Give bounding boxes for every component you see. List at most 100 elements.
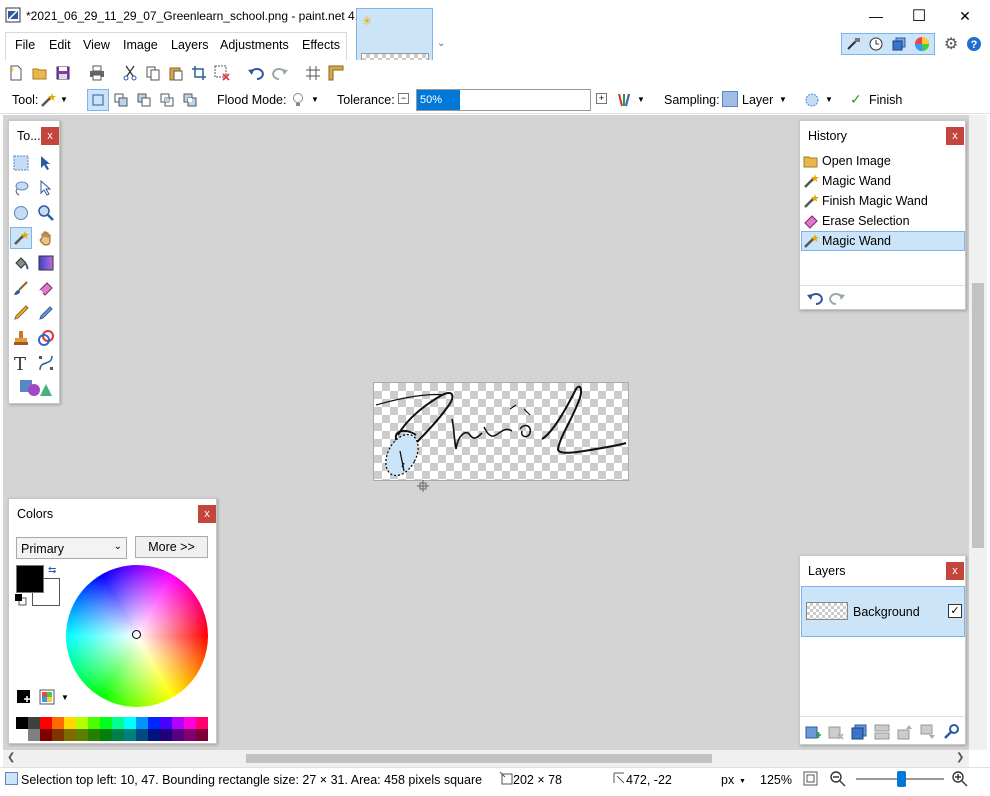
palette-swatch[interactable] [100,729,112,741]
palette-swatch[interactable] [196,717,208,729]
zoom-to-window-icon[interactable] [803,771,818,789]
swap-colors-icon[interactable]: ⇆ [48,565,56,576]
history-item-selected[interactable]: Magic Wand [801,231,965,251]
layer-properties-wrench-icon[interactable] [943,724,959,743]
deselect-icon[interactable] [212,63,232,83]
magic-wand-select-tool-icon[interactable] [10,227,32,249]
palette-swatch[interactable] [160,717,172,729]
palette-dropdown-arrow-icon[interactable]: ▼ [61,693,69,702]
grid-icon[interactable] [303,63,323,83]
color-picker-tool-icon[interactable] [35,302,57,324]
history-item[interactable]: Finish Magic Wand [802,191,964,211]
image-canvas[interactable] [373,382,629,481]
text-tool-icon[interactable]: T [10,352,32,374]
ruler-icon[interactable] [326,63,346,83]
sampling-dropdown-arrow-icon[interactable]: ▼ [779,95,787,104]
palette-swatch[interactable] [112,717,124,729]
cut-icon[interactable] [120,63,140,83]
flood-mode-dropdown-arrow-icon[interactable]: ▼ [311,95,319,104]
paint-bucket-tool-icon[interactable] [10,252,32,274]
gradient-tool-icon[interactable] [35,252,57,274]
units-dropdown-arrow-icon[interactable]: ▼ [739,778,746,785]
image-list-dropdown-icon[interactable]: ⌄ [437,38,445,49]
blend-mode-icon[interactable] [614,90,634,110]
finish-check-icon[interactable]: ✓ [850,91,862,108]
palette-swatch[interactable] [124,717,136,729]
palette-swatch[interactable] [52,717,64,729]
history-undo-icon[interactable] [806,291,824,308]
maximize-button[interactable]: ☐ [896,0,942,32]
move-selection-tool-icon[interactable] [35,177,57,199]
zoom-tool-icon[interactable] [35,202,57,224]
selection-mode-exclude-icon[interactable] [134,90,154,110]
palette-swatch[interactable] [172,717,184,729]
palette-swatch[interactable] [76,729,88,741]
palette-swatch[interactable] [64,729,76,741]
history-panel-close-button[interactable]: x [946,127,964,145]
menu-layers[interactable]: Layers [171,38,209,52]
palette-swatch[interactable] [100,717,112,729]
layers-window-toggle-icon[interactable] [889,34,909,54]
zoom-out-icon[interactable] [830,771,846,790]
paste-icon[interactable] [166,63,186,83]
paintnet-app-icon[interactable] [5,7,21,23]
history-redo-icon[interactable] [828,291,846,308]
merge-layer-down-icon[interactable] [874,724,890,743]
selection-mode-xor-icon[interactable] [180,90,200,110]
tolerance-slider[interactable]: 50% [416,89,591,111]
tolerance-decrease-icon[interactable]: − [398,93,409,104]
tolerance-increase-icon[interactable]: + [596,93,607,104]
menu-file[interactable]: File [15,38,35,52]
color-mode-dropdown[interactable]: Primary ⌄ [16,537,127,559]
tool-dropdown-arrow-icon[interactable]: ▼ [60,95,68,104]
history-item[interactable]: Magic Wand [802,171,964,191]
scroll-right-icon[interactable]: ❯ [956,752,964,763]
units-selector[interactable]: px [721,773,734,787]
palette-swatch[interactable] [76,717,88,729]
palette-swatch[interactable] [112,729,124,741]
palette-swatch[interactable] [40,729,52,741]
palette-swatch[interactable] [196,729,208,741]
antialiasing-dropdown-arrow-icon[interactable]: ▼ [825,95,833,104]
zoom-slider-thumb[interactable] [897,771,906,787]
undo-icon[interactable] [246,63,266,83]
palette-swatch[interactable] [52,729,64,741]
move-selected-pixels-tool-icon[interactable] [35,152,57,174]
selection-mode-replace-button[interactable] [87,89,109,111]
colors-panel-close-button[interactable]: x [198,505,216,523]
pencil-tool-icon[interactable] [10,302,32,324]
menu-effects[interactable]: Effects [302,38,340,52]
horizontal-scrollbar-thumb[interactable] [246,754,712,763]
palette-menu-icon[interactable] [39,689,55,705]
tools-window-toggle-icon[interactable] [843,34,863,54]
palette-swatch[interactable] [28,729,40,741]
add-to-palette-icon[interactable] [16,689,32,705]
menu-adjustments[interactable]: Adjustments [220,38,289,52]
color-wheel-cursor[interactable] [132,630,141,639]
selection-mode-union-icon[interactable] [111,90,131,110]
paintbrush-tool-icon[interactable] [10,277,32,299]
zoom-value[interactable]: 125% [760,773,792,787]
delete-layer-icon[interactable] [828,724,844,743]
save-icon[interactable] [53,63,73,83]
palette-swatch[interactable] [148,717,160,729]
tools-panel-close-button[interactable]: x [41,127,59,145]
menu-image[interactable]: Image [123,38,158,52]
clone-stamp-tool-icon[interactable] [10,327,32,349]
finish-button[interactable]: Finish [869,93,902,107]
palette-swatch[interactable] [16,717,28,729]
palette-swatch[interactable] [160,729,172,741]
move-handle-icon[interactable] [417,480,429,492]
help-icon[interactable]: ? [964,34,984,54]
selection-mode-intersect-icon[interactable] [157,90,177,110]
recolor-tool-icon[interactable] [35,327,57,349]
blend-mode-dropdown-arrow-icon[interactable]: ▼ [637,95,645,104]
lasso-select-tool-icon[interactable] [10,177,32,199]
sampling-value[interactable]: Layer [742,93,773,107]
open-folder-icon[interactable] [30,63,50,83]
history-item[interactable]: Open Image [802,151,964,171]
scroll-left-icon[interactable]: ❮ [7,752,15,763]
colors-window-toggle-icon[interactable] [912,34,932,54]
palette-swatch[interactable] [184,717,196,729]
new-file-icon[interactable]: ✳ [6,63,26,83]
